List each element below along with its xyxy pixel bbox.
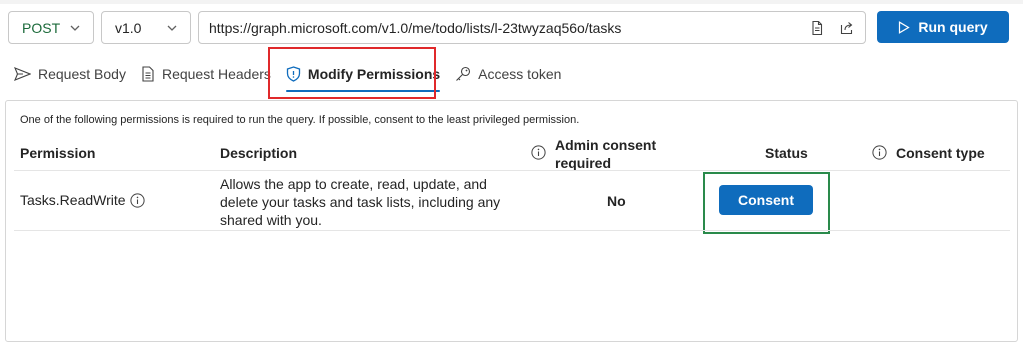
highlight-box-permissions-tab bbox=[268, 47, 436, 99]
tab-request-body-label: Request Body bbox=[38, 66, 126, 82]
request-url-text: https://graph.microsoft.com/v1.0/me/todo… bbox=[209, 19, 622, 36]
row-divider bbox=[14, 230, 1010, 231]
tab-access-token-label: Access token bbox=[478, 66, 562, 82]
table-row-permission: Tasks.ReadWrite bbox=[20, 192, 145, 208]
permission-name: Tasks.ReadWrite bbox=[20, 192, 126, 208]
permission-description: Allows the app to create, read, update, … bbox=[220, 175, 510, 229]
chevron-down-icon bbox=[167, 25, 177, 31]
column-header-description: Description bbox=[220, 145, 298, 161]
key-icon bbox=[456, 66, 471, 81]
run-query-button[interactable]: Run query bbox=[877, 11, 1009, 43]
header-divider bbox=[14, 170, 1010, 171]
top-strip bbox=[0, 0, 1023, 4]
tab-request-body[interactable]: Request Body bbox=[14, 62, 126, 86]
column-header-admin-consent: Admin consent required bbox=[555, 136, 656, 172]
admin-consent-value: No bbox=[607, 193, 626, 209]
column-header-permission: Permission bbox=[20, 145, 96, 161]
play-icon bbox=[899, 20, 911, 34]
share-icon[interactable] bbox=[839, 20, 855, 36]
run-query-label: Run query bbox=[918, 19, 988, 35]
column-header-consent-type: Consent type bbox=[896, 145, 985, 161]
info-icon[interactable] bbox=[129, 192, 145, 208]
description-line: shared with you. bbox=[220, 212, 322, 228]
tab-request-headers[interactable]: Request Headers bbox=[141, 62, 271, 86]
column-header-status: Status bbox=[765, 145, 808, 161]
request-url-input[interactable]: https://graph.microsoft.com/v1.0/me/todo… bbox=[198, 11, 866, 44]
document-icon bbox=[142, 66, 154, 82]
description-line: delete your tasks and task lists, includ… bbox=[220, 194, 501, 210]
info-icon[interactable] bbox=[872, 145, 887, 160]
http-method-value: POST bbox=[22, 19, 61, 36]
api-version-value: v1.0 bbox=[115, 19, 142, 36]
chevron-down-icon bbox=[70, 25, 80, 31]
tab-access-token[interactable]: Access token bbox=[455, 62, 561, 86]
admin-consent-line1: Admin consent bbox=[555, 137, 657, 153]
http-method-dropdown[interactable]: POST bbox=[8, 11, 94, 44]
info-icon[interactable] bbox=[531, 145, 546, 160]
description-line: Allows the app to create, read, update, … bbox=[220, 176, 487, 192]
permissions-panel: One of the following permissions is requ… bbox=[5, 100, 1018, 342]
highlight-box-consent bbox=[703, 172, 830, 234]
copy-document-icon[interactable] bbox=[809, 20, 825, 36]
api-version-dropdown[interactable]: v1.0 bbox=[101, 11, 191, 44]
send-icon bbox=[14, 67, 31, 81]
permissions-note: One of the following permissions is requ… bbox=[20, 114, 580, 126]
tab-request-headers-label: Request Headers bbox=[161, 66, 271, 82]
